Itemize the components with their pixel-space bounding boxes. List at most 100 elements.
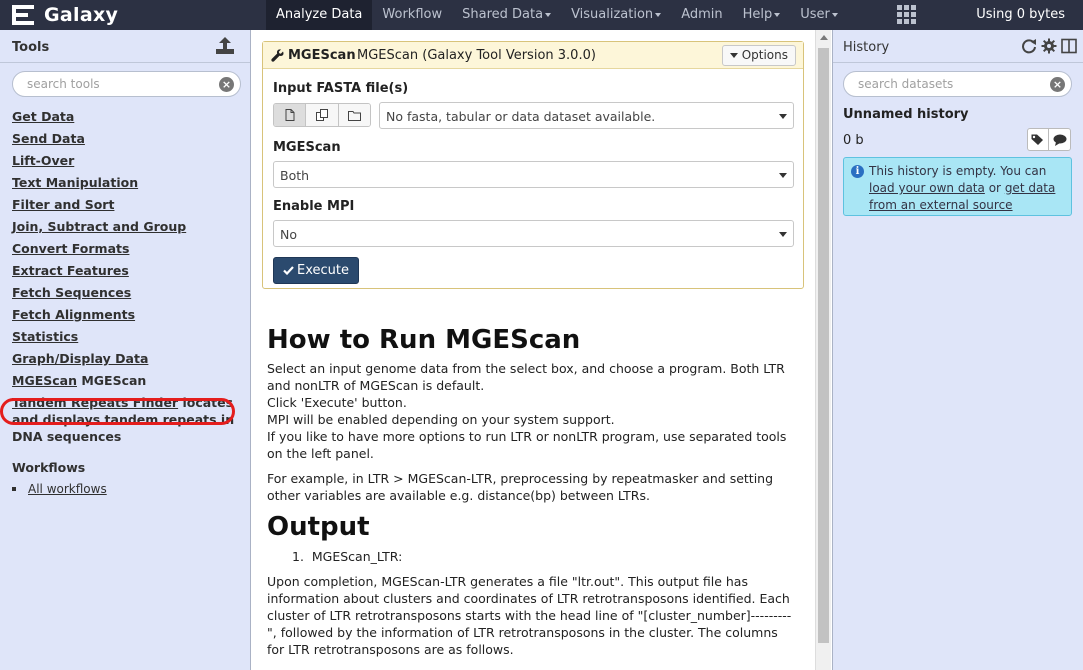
tool-search-input[interactable] [27,77,207,91]
single-dataset-button[interactable] [274,104,307,126]
help-heading: How to Run MGEScan [267,325,581,355]
enable-mpi-label: Enable MPI [273,199,355,214]
tool-section-fetch-sequences[interactable]: Fetch Sequences [12,282,242,304]
tool-form-name: MGEScan [288,48,356,63]
input-fasta-label: Input FASTA file(s) [273,81,409,96]
chevron-down-icon [545,12,552,17]
nav-shared-data[interactable]: Shared Data [452,0,561,30]
tool-section-filter-and-sort[interactable]: Filter and Sort [12,194,242,216]
input-mode-buttons [273,103,371,127]
nav-workflow[interactable]: Workflow [372,0,452,30]
tools-panel-header: Tools [0,30,250,63]
tool-form-header: MGEScan MGEScan (Galaxy Tool Version 3.0… [263,42,803,69]
tool-section-statistics[interactable]: Statistics [12,326,242,348]
execute-button[interactable]: Execute [273,257,359,284]
nav-user[interactable]: User [790,0,848,30]
galaxy-logo-icon [12,5,34,25]
dropdown-arrow-icon [779,232,787,237]
help-paragraph-2: For example, in LTR > MGEScan-LTR, prepr… [267,471,774,503]
help-paragraph-3: Upon completion, MGEScan-LTR generates a… [267,574,792,657]
columns-icon[interactable] [1061,38,1077,54]
file-icon [285,109,295,121]
chevron-down-icon [774,12,781,17]
comment-icon [1053,134,1066,146]
history-panel-header: History [833,30,1083,63]
center-panel: MGEScan MGEScan (Galaxy Tool Version 3.0… [252,30,815,670]
history-search-input[interactable] [858,77,1038,91]
chevron-down-icon [831,12,838,17]
tool-list: Get Data Send Data Lift-Over Text Manipu… [12,106,242,445]
workflows-title: Workflows [12,460,86,475]
history-name[interactable]: Unnamed history [843,107,969,122]
scroll-up-arrow-icon[interactable] [820,35,828,40]
caret-down-icon [729,53,738,58]
refresh-icon[interactable] [1021,38,1037,54]
files-icon [315,109,328,121]
tool-mgescan-desc: MGEScan [81,373,147,388]
tool-form-description: MGEScan (Galaxy Tool Version 3.0.0) [357,48,596,63]
tool-mgescan: MGEScan MGEScan [12,370,242,392]
tool-section-graph-display-data[interactable]: Graph/Display Data [12,348,242,370]
history-options [1021,38,1077,54]
main-nav: Analyze Data Workflow Shared Data Visual… [266,0,848,30]
dropdown-arrow-icon [779,114,787,119]
gear-icon[interactable] [1041,38,1057,54]
highlight-annotation [0,398,235,425]
check-icon [283,266,294,276]
brand[interactable]: Galaxy [12,3,118,27]
tool-form: MGEScan MGEScan (Galaxy Tool Version 3.0… [262,41,804,289]
center-scrollbar[interactable] [815,30,831,670]
nav-analyze-data[interactable]: Analyze Data [266,0,373,30]
nav-admin[interactable]: Admin [671,0,732,30]
tool-section-send-data[interactable]: Send Data [12,128,242,150]
tool-section-join-subtract-group[interactable]: Join, Subtract and Group [12,216,242,238]
options-button[interactable]: Options [721,45,796,66]
history-size: 0 b [843,133,864,148]
load-data-link[interactable]: load your own data [869,181,985,195]
mgescan-program-select[interactable]: Both [273,161,794,188]
tags-button[interactable] [1028,129,1049,150]
tags-icon [1031,134,1043,145]
history-tag-buttons [1027,128,1071,151]
nav-visualization[interactable]: Visualization [561,0,671,30]
tool-help: How to Run MGEScan Select an input genom… [267,325,795,658]
history-search: × [843,71,1072,97]
history-panel-title: History [843,40,890,55]
tools-panel: Tools × Get Data Send Data Lift-Over Tex… [0,30,251,670]
output-heading: Output [267,512,370,542]
tool-section-text-manipulation[interactable]: Text Manipulation [12,172,242,194]
input-fasta-select[interactable]: No fasta, tabular or data dataset availa… [379,102,794,129]
enable-mpi-select[interactable]: No [273,220,794,247]
tool-search: × [12,71,241,97]
nav-help[interactable]: Help [733,0,791,30]
workflows-list-item: All workflows [12,482,107,496]
collection-button[interactable] [338,104,370,126]
tool-section-extract-features[interactable]: Extract Features [12,260,242,282]
bullet-icon [12,487,16,491]
empty-history-message: i This history is empty. You can load yo… [843,157,1072,216]
clear-search-icon[interactable]: × [1050,77,1065,92]
tool-mgescan-link[interactable]: MGEScan [12,373,77,388]
apps-grid-icon[interactable] [897,5,918,24]
history-panel: History × Unnamed history 0 b i This his… [832,30,1083,670]
quota-meter[interactable]: Using 0 bytes [976,0,1065,30]
brand-title: Galaxy [44,4,119,26]
info-icon: i [851,165,864,178]
upload-icon[interactable] [215,37,235,55]
multiple-datasets-button[interactable] [306,104,339,126]
all-workflows-link[interactable]: All workflows [28,482,107,496]
tool-section-get-data[interactable]: Get Data [12,106,242,128]
tools-panel-title: Tools [12,40,50,55]
tool-section-convert-formats[interactable]: Convert Formats [12,238,242,260]
dropdown-arrow-icon [779,173,787,178]
tool-section-lift-over[interactable]: Lift-Over [12,150,242,172]
empty-history-text: This history is empty. You can load your… [869,164,1056,212]
tool-section-fetch-alignments[interactable]: Fetch Alignments [12,304,242,326]
mgescan-program-label: MGEScan [273,140,341,155]
folder-icon [347,110,361,121]
help-paragraph-1: Select an input genome data from the sel… [267,361,787,461]
chevron-down-icon [655,12,662,17]
annotation-button[interactable] [1049,129,1070,150]
scrollbar-thumb[interactable] [818,48,829,643]
clear-search-icon[interactable]: × [219,77,234,92]
